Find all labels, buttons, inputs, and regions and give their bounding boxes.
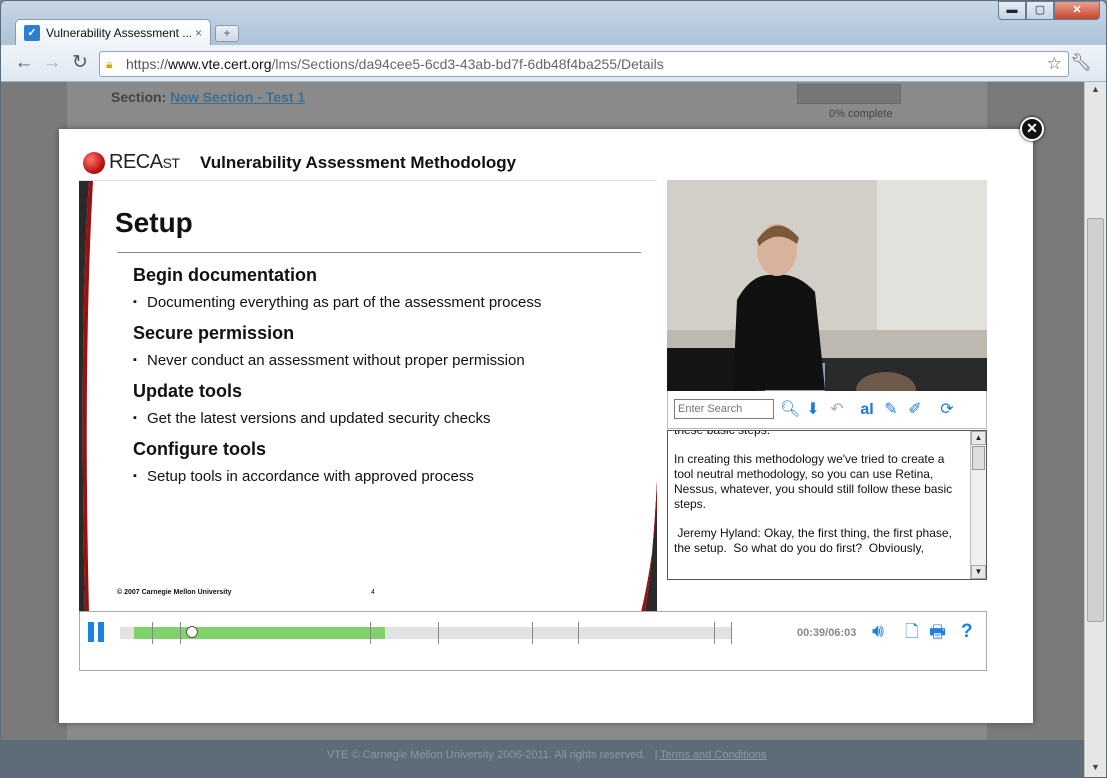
- reload-icon[interactable]: ↻: [69, 53, 91, 75]
- back-arrow-icon[interactable]: ←: [13, 53, 35, 75]
- video-frame-image: [667, 180, 987, 391]
- slide-heading: Setup: [115, 207, 193, 238]
- wrench-menu-icon[interactable]: 🔧︎: [1070, 53, 1092, 73]
- slide-divider: [117, 252, 641, 253]
- transcript-scroll-up-icon[interactable]: ▲: [971, 431, 986, 445]
- section-link[interactable]: New Section - Test 1: [170, 89, 305, 105]
- transcript-toolbar: 🔍︎ ⬇ ↶ aI ✎ ✐ ⟳: [667, 391, 987, 429]
- slide-section: Secure permission Never conduct an asses…: [133, 323, 525, 369]
- browser-window: ✓ Vulnerability Assessment ... × + ▬ ▢ ✕…: [0, 0, 1107, 778]
- url-path: /lms/Sections/da94cee5-6cd3-43ab-bd7f-6d…: [271, 56, 664, 72]
- transcript-paragraph: Jeremy Hyland: Okay, the first thing, th…: [674, 526, 956, 555]
- download-icon[interactable]: ⬇: [804, 400, 822, 420]
- chapter-marker[interactable]: [578, 622, 579, 644]
- window-controls: ▬ ▢ ✕: [998, 1, 1100, 20]
- lecture-slide: Setup Begin documentation Documenting ev…: [79, 180, 657, 611]
- scroll-up-arrow-icon[interactable]: ▲: [1087, 84, 1104, 99]
- slide-section-title: Update tools: [133, 381, 243, 401]
- refresh-icon[interactable]: ⟳: [938, 400, 956, 420]
- slide-section: Configure tools Setup tools in accordanc…: [133, 439, 474, 485]
- pencil-icon[interactable]: ✎: [882, 400, 900, 420]
- footer-separator: |: [654, 749, 658, 761]
- slide-bullet: Documenting everything as part of the as…: [133, 294, 541, 311]
- slide-section-title: Configure tools: [133, 439, 266, 459]
- chapter-marker[interactable]: [152, 622, 153, 644]
- slide-section-title: Begin documentation: [133, 265, 317, 285]
- recast-logo-dot-icon: [83, 151, 105, 174]
- pause-icon[interactable]: [88, 622, 106, 642]
- undo-icon[interactable]: ↶: [828, 400, 846, 420]
- slide-bullet: Setup tools in accordance with approved …: [133, 468, 474, 485]
- slide-section: Begin documentation Documenting everythi…: [133, 265, 541, 311]
- title-bar: ✓ Vulnerability Assessment ... × + ▬ ▢ ✕: [1, 1, 1106, 46]
- recast-player-modal: RECAST Vulnerability Assessment Methodol…: [59, 129, 1033, 723]
- section-heading: Section: New Section - Test 1: [111, 89, 305, 105]
- help-icon[interactable]: ?: [961, 622, 973, 642]
- close-window-button[interactable]: ✕: [1054, 1, 1100, 20]
- recast-logo: RECAST: [83, 151, 180, 174]
- favicon-check-icon: ✓: [24, 25, 40, 41]
- print-icon[interactable]: 🖶︎: [929, 622, 946, 642]
- browser-toolbar: ← → ↻ 🔒︎ https:// www.vte.cert.org /lms/…: [1, 45, 1106, 82]
- lecture-video[interactable]: [667, 180, 987, 391]
- search-icon[interactable]: 🔍︎: [780, 400, 800, 420]
- document-icon[interactable]: 🗋︎: [905, 622, 919, 642]
- playhead-knob[interactable]: [186, 626, 198, 638]
- slide-section-title: Secure permission: [133, 323, 295, 343]
- transcript-scrollbar[interactable]: ▲ ▼: [970, 431, 986, 579]
- terms-link[interactable]: Terms and Conditions: [660, 749, 766, 761]
- slide-bullet: Get the latest versions and updated secu…: [133, 410, 491, 427]
- transcript-fragment: these basic steps.: [674, 430, 771, 437]
- page-scrollbar[interactable]: ▲ ▼: [1084, 82, 1106, 777]
- chapter-marker[interactable]: [714, 622, 715, 644]
- new-tab-button[interactable]: +: [215, 25, 239, 42]
- scroll-down-arrow-icon[interactable]: ▼: [1087, 762, 1104, 777]
- chapter-marker[interactable]: [532, 622, 533, 644]
- chapter-marker[interactable]: [180, 622, 181, 644]
- footer-copyright: VTE © Carnegie Mellon University 2006-20…: [327, 749, 658, 761]
- browser-tab[interactable]: ✓ Vulnerability Assessment ... ×: [15, 19, 211, 46]
- course-progress-bar: [797, 84, 901, 104]
- text-size-icon[interactable]: aI: [858, 400, 876, 420]
- transcript-search-input[interactable]: [674, 399, 774, 419]
- transcript-text: these basic steps. In creating this meth…: [674, 431, 964, 570]
- chapter-marker[interactable]: [370, 622, 371, 644]
- slide-section: Update tools Get the latest versions and…: [133, 381, 491, 427]
- address-bar[interactable]: 🔒︎ https:// www.vte.cert.org /lms/Sectio…: [99, 51, 1069, 77]
- eraser-icon[interactable]: ✐: [906, 400, 924, 420]
- transcript-scroll-thumb[interactable]: [972, 446, 985, 470]
- recast-logo-text: RECAST: [109, 151, 180, 173]
- forward-arrow-icon[interactable]: →: [41, 53, 63, 75]
- playback-time: 00:39/06:03: [797, 627, 857, 639]
- modal-close-icon[interactable]: ✕: [1020, 117, 1044, 141]
- minimize-button[interactable]: ▬: [998, 1, 1026, 20]
- slide-page-number: 4: [371, 589, 375, 596]
- maximize-button[interactable]: ▢: [1026, 1, 1054, 20]
- bookmark-star-icon[interactable]: ☆: [1047, 54, 1062, 74]
- timeline-progress: [134, 627, 385, 639]
- course-title: Vulnerability Assessment Methodology: [200, 153, 517, 172]
- chapter-marker[interactable]: [438, 622, 439, 644]
- slide-copyright: © 2007 Carnegie Mellon University: [117, 589, 232, 596]
- scroll-thumb[interactable]: [1087, 218, 1104, 622]
- tab-close-icon[interactable]: ×: [195, 26, 202, 40]
- lock-icon: 🔒︎: [106, 57, 113, 71]
- transcript-scroll-down-icon[interactable]: ▼: [971, 565, 986, 579]
- player-controls: 00:39/06:03 🔊︎ 🗋︎ 🖶︎ ?: [79, 611, 987, 671]
- volume-icon[interactable]: 🔊︎: [872, 622, 884, 642]
- transcript-paragraph: In creating this methodology we've tried…: [674, 452, 953, 511]
- tab-title: Vulnerability Assessment ...: [46, 26, 191, 40]
- timeline-track[interactable]: [120, 622, 732, 644]
- slide-bullet: Never conduct an assessment without prop…: [133, 352, 525, 369]
- section-label: Section:: [111, 89, 167, 105]
- progress-text: 0% complete: [829, 108, 893, 120]
- transcript-panel[interactable]: these basic steps. In creating this meth…: [667, 430, 987, 580]
- url-scheme: https://: [126, 56, 169, 72]
- url-host: www.vte.cert.org: [168, 56, 272, 72]
- chapter-marker[interactable]: [731, 622, 732, 644]
